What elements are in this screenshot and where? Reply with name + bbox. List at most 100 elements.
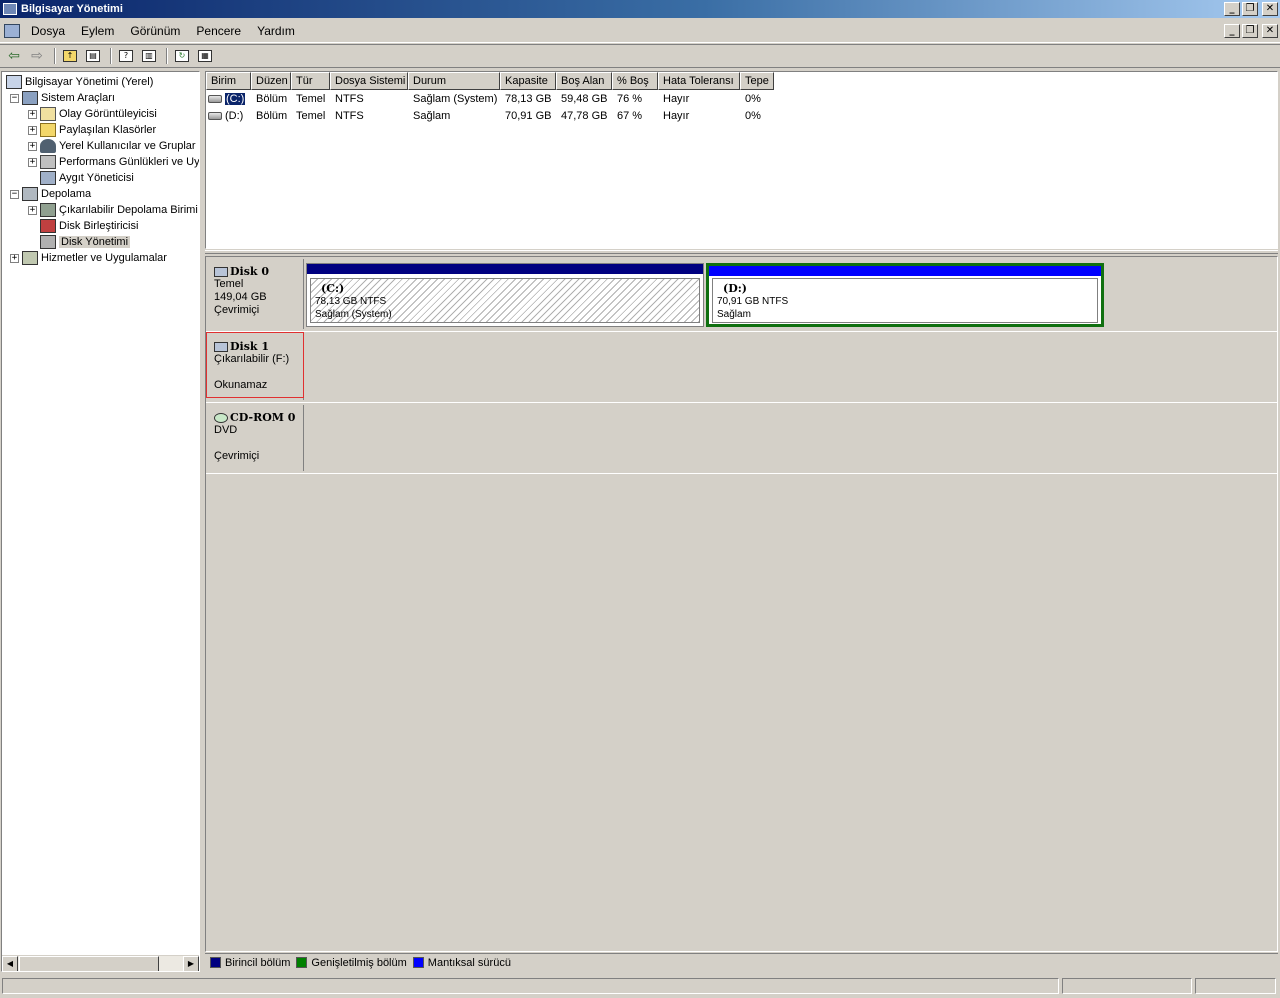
tree-item-yerel-kullanicilar[interactable]: + Yerel Kullanıcılar ve Gruplar	[28, 138, 196, 154]
tools-icon	[22, 91, 38, 105]
column-birim[interactable]: Birim	[206, 72, 251, 90]
status-bar	[0, 976, 1280, 996]
tree-item-paylasilan-klasorler[interactable]: + Paylaşılan Klasörler	[28, 122, 156, 138]
extended-swatch	[296, 957, 308, 968]
child-minimize-button[interactable]: _	[1224, 24, 1240, 38]
disk0-label[interactable]: Disk 0 Temel 149,04 GB Çevrimiçi	[208, 259, 304, 329]
removable-storage-icon	[40, 203, 56, 217]
column-durum[interactable]: Durum	[408, 72, 500, 90]
partition-c[interactable]: (C:) 78,13 GB NTFS Sağlam (System)	[306, 263, 704, 327]
volume-list: Birim Düzen Tür Dosya Sistemi Durum Kapa…	[205, 71, 1278, 249]
tree-item-sistem-araclari[interactable]: − Sistem Araçları	[10, 90, 115, 106]
column-duzen[interactable]: Düzen	[251, 72, 291, 90]
hard-drive-icon	[208, 111, 222, 120]
restore-button[interactable]: ❐	[1242, 2, 1258, 16]
child-close-button[interactable]: ✕	[1262, 24, 1278, 38]
menu-pencere[interactable]: Pencere	[188, 24, 249, 38]
cdrom0-label[interactable]: CD-ROM 0 DVD Çevrimiçi	[208, 405, 304, 471]
forward-button[interactable]: ⇨	[27, 47, 47, 65]
column-hata-toleransi[interactable]: Hata Toleransı	[658, 72, 740, 90]
export-button[interactable]: ▦	[195, 47, 215, 65]
tree-item-aygit-yoneticisi[interactable]: Aygıt Yöneticisi	[40, 170, 134, 186]
expand-icon[interactable]: +	[28, 205, 37, 215]
show-tree-button[interactable]: ▤	[83, 47, 103, 65]
expand-icon[interactable]: +	[10, 253, 19, 263]
column-dosya-sistemi[interactable]: Dosya Sistemi	[330, 72, 408, 90]
expand-icon[interactable]: +	[28, 109, 37, 119]
column-bos-alan[interactable]: Boş Alan	[556, 72, 612, 90]
scroll-thumb[interactable]	[19, 956, 159, 971]
cdrom-icon	[214, 412, 228, 423]
console-button[interactable]: ▥	[139, 47, 159, 65]
status-panel-3	[1195, 978, 1276, 994]
expand-icon[interactable]: +	[28, 125, 37, 135]
properties-button[interactable]: ?	[116, 47, 136, 65]
tree-item-cikarilabilir-depolama[interactable]: + Çıkarılabilir Depolama Birimi	[28, 202, 198, 218]
collapse-icon[interactable]: −	[10, 189, 19, 199]
scroll-right-arrow[interactable]: ▶	[183, 956, 199, 971]
tree-item-olay-goruntuleyicisi[interactable]: + Olay Görüntüleyicisi	[28, 106, 157, 122]
partition-d-body: (D:) 70,91 GB NTFS Sağlam	[712, 278, 1098, 323]
menu-eylem[interactable]: Eylem	[73, 24, 122, 38]
storage-icon	[22, 187, 38, 201]
toolbar-separator	[54, 48, 56, 64]
disk-icon	[214, 266, 228, 277]
menu-dosya[interactable]: Dosya	[23, 24, 73, 38]
column-kapasite[interactable]: Kapasite	[500, 72, 556, 90]
legend-logical: Mantıksal sürücü	[412, 957, 511, 969]
expand-icon[interactable]: +	[28, 141, 37, 151]
scroll-left-arrow[interactable]: ◀	[2, 956, 18, 971]
tree-item-hizmetler[interactable]: + Hizmetler ve Uygulamalar	[10, 250, 167, 266]
column-tur[interactable]: Tür	[291, 72, 330, 90]
refresh-button[interactable]: ↻	[172, 47, 192, 65]
close-button[interactable]: ✕	[1262, 2, 1278, 16]
forward-arrow-icon: ⇨	[31, 48, 43, 64]
menu-yardim[interactable]: Yardım	[249, 24, 303, 38]
child-restore-button[interactable]: ❐	[1242, 24, 1258, 38]
back-button[interactable]: ⇦	[4, 47, 24, 65]
table-row[interactable]: (C:) Bölüm Temel NTFS Sağlam (System) 78…	[206, 90, 1277, 107]
partition-c-body: (C:) 78,13 GB NTFS Sağlam (System)	[310, 278, 700, 323]
event-viewer-icon	[40, 107, 56, 121]
menu-gorunum[interactable]: Görünüm	[122, 24, 188, 38]
highlight-box	[206, 332, 304, 398]
toolbar: ⇦ ⇨ ↑ ▤ ? ▥ ↻ ▦	[0, 44, 1280, 68]
row-divider	[206, 473, 1277, 474]
services-icon	[22, 251, 38, 265]
up-folder-icon: ↑	[63, 50, 77, 62]
tree-item-performans-gunlukleri[interactable]: + Performans Günlükleri ve Uy	[28, 154, 199, 170]
status-panel-main	[2, 978, 1059, 994]
up-button[interactable]: ↑	[60, 47, 80, 65]
disk-management-icon	[40, 235, 56, 249]
show-tree-icon: ▤	[86, 50, 100, 62]
console-tree: Bilgisayar Yönetimi (Yerel) − Sistem Ara…	[1, 71, 200, 972]
minimize-button[interactable]: _	[1224, 2, 1240, 16]
expand-icon[interactable]: +	[28, 157, 37, 167]
collapse-icon[interactable]: −	[10, 93, 19, 103]
disk1-label[interactable]: Disk 1 Çıkarılabilir (F:) Okunamaz	[206, 332, 304, 400]
tree-horizontal-scrollbar[interactable]: ◀ ▶	[2, 955, 199, 971]
tree-item-root[interactable]: Bilgisayar Yönetimi (Yerel)	[6, 74, 153, 90]
performance-logs-icon	[40, 155, 56, 169]
console-icon: ▥	[142, 50, 156, 62]
window-title: Bilgisayar Yönetimi	[21, 3, 123, 15]
shared-folder-icon	[40, 123, 56, 137]
column-tepe[interactable]: Tepe	[740, 72, 774, 90]
tree-item-disk-birlestiricisi[interactable]: Disk Birleştiricisi	[40, 218, 138, 234]
column-yuzde-bos[interactable]: % Boş	[612, 72, 658, 90]
legend: Birincil bölüm Genişletilmiş bölüm Mantı…	[205, 953, 1278, 971]
computer-icon	[6, 75, 22, 89]
table-row[interactable]: (D:) Bölüm Temel NTFS Sağlam 70,91 GB 47…	[206, 107, 1277, 124]
tree-item-disk-yonetimi[interactable]: Disk Yönetimi	[40, 234, 131, 250]
pane-splitter[interactable]	[205, 250, 1278, 254]
console-menu-icon[interactable]	[4, 23, 20, 38]
disk-row-cdrom0: CD-ROM 0 DVD Çevrimiçi	[206, 403, 1277, 474]
disk-graphical-view: Disk 0 Temel 149,04 GB Çevrimiçi (C:) 78…	[205, 256, 1278, 952]
logical-swatch	[412, 957, 424, 968]
tree-item-depolama[interactable]: − Depolama	[10, 186, 91, 202]
disk-row-disk0: Disk 0 Temel 149,04 GB Çevrimiçi (C:) 78…	[206, 257, 1277, 332]
menu-bar: Dosya Eylem Görünüm Pencere Yardım _ ❐ ✕	[0, 19, 1280, 43]
logical-drive-bar	[709, 266, 1101, 276]
title-bar: Bilgisayar Yönetimi _ ❐ ✕	[0, 0, 1280, 18]
partition-d[interactable]: (D:) 70,91 GB NTFS Sağlam	[706, 263, 1104, 327]
